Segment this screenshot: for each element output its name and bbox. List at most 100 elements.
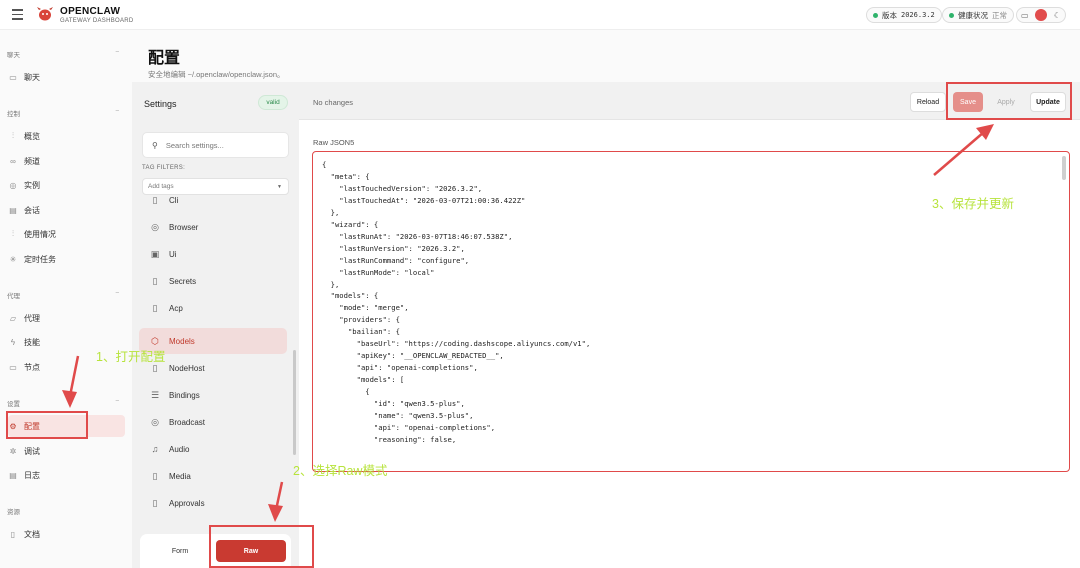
page-header: 配置: [148, 44, 180, 68]
sidebar-section-title: 聊天 –: [7, 49, 119, 59]
annotation-step-3: 3、保存并更新: [932, 197, 1014, 211]
moon-icon[interactable]: ☾: [1054, 11, 1061, 20]
sidebar-item-agents[interactable]: ▱ 代理: [8, 307, 125, 329]
document-icon: ▯: [152, 497, 158, 508]
bar-chart-icon: ⫶: [12, 131, 14, 140]
document-icon: ▤: [9, 205, 17, 215]
chevron-icon: –: [115, 398, 119, 404]
chat-bubble-icon: ▭: [9, 72, 17, 82]
status-badge: valid: [258, 95, 288, 110]
page-subtitle: 安全地编辑 ~/.openclaw/openclaw.json。: [148, 70, 285, 79]
chevron-icon: –: [115, 290, 119, 296]
category-item-audio[interactable]: ♫ Audio: [139, 436, 287, 462]
form-mode-button[interactable]: Form: [148, 540, 212, 562]
highlight-config: [6, 411, 88, 439]
category-label: Browser: [169, 222, 199, 232]
document-icon: ▯: [152, 275, 158, 286]
highlight-save-update: [946, 82, 1072, 120]
editor-scrollbar[interactable]: [1062, 156, 1066, 180]
sidebar-section-title: 资源: [7, 509, 20, 516]
log-icon: ▤: [9, 470, 17, 480]
sidebar-item-label: 代理: [24, 313, 40, 323]
status-dot-icon: [873, 12, 878, 18]
brand: OPENCLAW GATEWAY DASHBOARD: [60, 6, 134, 25]
category-scrollbar[interactable]: [293, 350, 296, 455]
category-label: Ui: [169, 249, 177, 259]
theme-switcher: ▭ ☾: [1016, 7, 1066, 23]
version-badge: 版本 2026.3.2: [866, 7, 942, 23]
sidebar-item-usage[interactable]: ⫶ 使用情况: [8, 223, 125, 245]
sidebar-item-label: 文档: [24, 529, 40, 539]
category-label: Broadcast: [169, 417, 206, 427]
sidebar-item-label: 频道: [24, 156, 40, 166]
category-item-broadcast[interactable]: ◎ Broadcast: [139, 409, 287, 435]
chevron-icon: –: [115, 49, 119, 55]
annotation-step-2: 2、选择Raw模式: [293, 464, 388, 478]
radio-icon: ◎: [9, 180, 17, 190]
sidebar-item-label: 概览: [24, 131, 40, 141]
theme-active-icon[interactable]: [1035, 9, 1048, 21]
sidebar-item-docs[interactable]: ▯ 文档: [8, 523, 125, 545]
sidebar-item-sessions[interactable]: ▤ 会话: [8, 199, 125, 221]
sidebar-item-label: 会话: [24, 205, 40, 215]
stack-icon: ☰: [150, 389, 160, 400]
page-title: 配置: [148, 50, 181, 67]
loader-icon: ✳: [9, 254, 17, 264]
hamburger-menu-icon[interactable]: [12, 9, 23, 20]
highlight-raw: [209, 525, 314, 568]
category-item-browser[interactable]: ◎ Browser: [139, 214, 287, 240]
bolt-icon: ϟ: [10, 337, 16, 347]
sidebar-item-logs[interactable]: ▤ 日志: [8, 464, 125, 486]
sidebar-section-title: 控制 –: [7, 108, 119, 118]
search-input[interactable]: ⚲ Search settings...: [142, 132, 289, 158]
health-value: 正常: [992, 10, 1007, 20]
layout-icon: ▣: [150, 248, 160, 259]
category-label: Audio: [169, 444, 190, 454]
document-icon: ▯: [152, 195, 158, 205]
category-label: Media: [169, 471, 191, 481]
tag-select[interactable]: Add tags ▼: [142, 178, 289, 195]
sidebar-item-label: 聊天: [24, 72, 40, 82]
category-item-media[interactable]: ▯ Media: [139, 463, 287, 489]
sidebar-item-label: 实例: [24, 180, 40, 190]
health-badge: 健康状况 正常: [942, 7, 1014, 23]
brand-subtitle: GATEWAY DASHBOARD: [60, 18, 134, 24]
sidebar-item-label: 节点: [24, 362, 40, 372]
sidebar-item-overview[interactable]: ⫶ 概览: [8, 125, 125, 147]
category-item-bindings[interactable]: ☰ Bindings: [139, 382, 287, 408]
category-item-ui[interactable]: ▣ Ui: [139, 241, 287, 267]
settings-panel: Settings valid ⚲ Search settings... TAG …: [132, 82, 299, 568]
health-label: 健康状况: [958, 10, 988, 20]
chevron-down-icon: ▼: [277, 184, 282, 190]
compass-icon: ◎: [151, 221, 159, 232]
category-item-cli[interactable]: ▯ Cli: [139, 195, 287, 213]
settings-heading: Settings: [144, 99, 177, 109]
folder-icon: ▱: [9, 313, 17, 323]
version-label: 版本: [882, 10, 897, 20]
sidebar-item-label: 日志: [24, 470, 40, 480]
search-icon: ⚲: [152, 140, 158, 150]
sidebar-section-title: 设置 –: [7, 398, 119, 408]
sidebar-item-chat[interactable]: ▭ 聊天: [8, 66, 125, 88]
document-icon: ▯: [152, 470, 158, 481]
json-content[interactable]: { "meta": { "lastTouchedVersion": "2026.…: [322, 159, 590, 446]
document-icon: ▯: [152, 302, 158, 313]
reload-button[interactable]: Reload: [910, 92, 946, 112]
sidebar-item-label: 调试: [24, 446, 40, 456]
sidebar-item-cron[interactable]: ✳ 定时任务: [8, 248, 125, 270]
sidebar-item-instances[interactable]: ◎ 实例: [8, 174, 125, 196]
version-value: 2026.3.2: [901, 11, 935, 19]
monitor-icon[interactable]: ▭: [1021, 11, 1029, 20]
category-label: Cli: [169, 195, 179, 205]
sidebar-item-channels[interactable]: ∞ 频道: [8, 150, 125, 172]
top-bar: OPENCLAW GATEWAY DASHBOARD 版本 2026.3.2 健…: [0, 0, 1080, 30]
category-item-secrets[interactable]: ▯ Secrets: [139, 268, 287, 294]
category-item-approvals[interactable]: ▯ Approvals: [139, 490, 287, 516]
category-item-acp[interactable]: ▯ Acp: [139, 295, 287, 321]
sidebar-item-label: 使用情况: [24, 229, 56, 239]
bar-chart-icon: ⫶: [12, 229, 14, 238]
sidebar-item-debug[interactable]: ✲ 调试: [8, 440, 125, 462]
radio-icon: ◎: [151, 416, 159, 427]
book-icon: ▯: [10, 529, 16, 539]
chevron-icon: –: [115, 108, 119, 114]
